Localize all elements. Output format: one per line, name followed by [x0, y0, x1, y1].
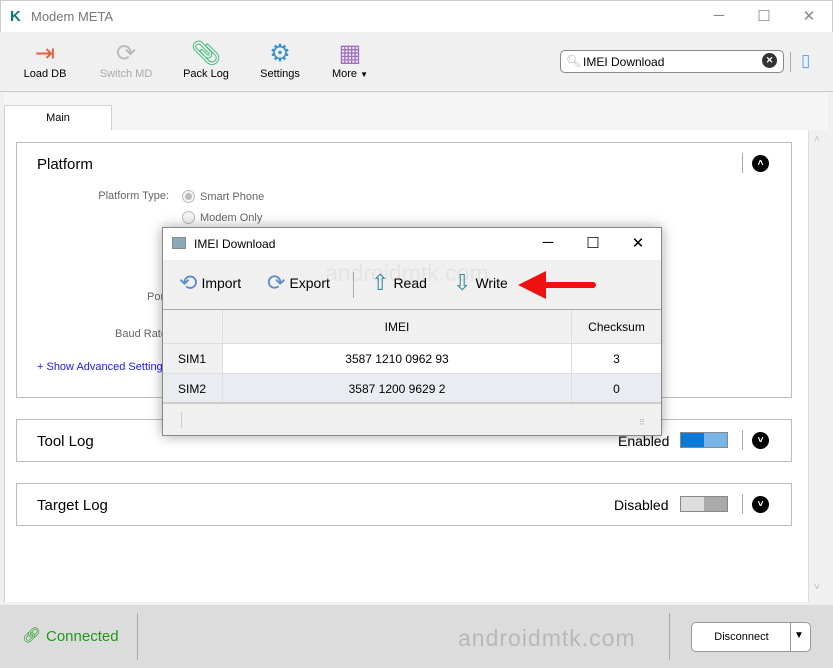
disconnect-split-button: Disconnect ▼ [691, 622, 811, 652]
tool-log-toggle[interactable] [680, 432, 728, 448]
window-icon [172, 237, 186, 249]
divider [742, 430, 743, 450]
row-label: SIM2 [163, 374, 223, 402]
load-db-icon: ⇥ [34, 40, 56, 67]
scroll-up-icon[interactable]: ˄ [814, 134, 820, 145]
label: Pack Log [183, 68, 229, 80]
import-button[interactable]: ⟲ Import [179, 270, 241, 296]
checksum-cell: 3 [613, 352, 620, 366]
link-icon: 🔗︎ [22, 627, 42, 644]
label: Read [393, 275, 427, 291]
option-label: Modem Only [200, 212, 263, 224]
write-button[interactable]: ⇩ Write [453, 270, 508, 296]
more-button[interactable]: ▦ More ▼ [315, 40, 385, 80]
imei-cell[interactable]: 3587 1210 0962 93 [223, 344, 572, 373]
expand-icon[interactable]: ˅ [752, 432, 769, 449]
app-logo-icon: K [10, 8, 21, 25]
paperclip-icon: 📎︎ [190, 40, 222, 67]
resize-grip-icon[interactable]: ⠿ [639, 418, 645, 427]
pack-log-button[interactable]: 📎︎ Pack Log [171, 40, 241, 80]
table-row[interactable]: SIM1 3587 1210 0962 93 3 [163, 344, 661, 374]
gear-icon: ⚙ [269, 40, 291, 67]
export-button[interactable]: ⟳ Export [267, 270, 330, 296]
divider [742, 494, 743, 514]
platform-type-label: Platform Type: [98, 190, 169, 202]
app-title: Modem META [31, 9, 114, 24]
table-header: IMEI Checksum [163, 309, 661, 344]
grid-icon: ▦ [338, 40, 362, 67]
disconnect-button[interactable]: Disconnect [692, 631, 791, 643]
section-title: Target Log [37, 497, 108, 514]
divider [790, 52, 791, 72]
red-arrow-annotation [518, 271, 596, 299]
label: Switch MD [99, 68, 153, 80]
section-title: Tool Log [37, 433, 94, 450]
column-header [163, 310, 223, 343]
scrollbar[interactable]: ˄ ˅ [808, 130, 828, 602]
label: Export [289, 275, 330, 291]
checksum-cell: 0 [613, 382, 620, 396]
export-icon: ⟳ [267, 270, 286, 295]
label: Settings [260, 68, 300, 80]
column-header-imei: IMEI [223, 310, 572, 343]
dropdown-icon[interactable]: ▼ [794, 630, 804, 641]
close-button[interactable]: ✕ [799, 7, 819, 27]
section-title: Platform [37, 156, 93, 173]
label: Write [475, 275, 508, 291]
divider [353, 272, 354, 298]
label: More [331, 68, 358, 80]
switch-icon: ⟳ [115, 40, 137, 67]
clear-search-icon[interactable]: ✕ [762, 53, 777, 68]
target-log-section: Target Log Disabled ˅ [16, 483, 792, 526]
connection-status: Connected [46, 628, 119, 645]
dialog-title-bar: IMEI Download ─ ☐ ✕ [163, 228, 661, 260]
dialog-minimize-button[interactable]: ─ [538, 234, 558, 254]
phone-download-icon: ⇩ [453, 270, 472, 295]
radio-modem-only[interactable] [182, 211, 195, 224]
row-label: SIM1 [163, 344, 223, 373]
search-value: IMEI Download [583, 55, 665, 69]
table-row[interactable]: SIM2 3587 1200 9629 2 0 [163, 374, 661, 404]
label: Import [201, 275, 242, 291]
dialog-title: IMEI Download [194, 237, 276, 251]
tab-bar [4, 93, 828, 131]
expand-icon[interactable]: ˅ [752, 496, 769, 513]
device-info-icon[interactable]: ▯ [801, 51, 810, 71]
watermark: androidmtk.com [458, 625, 636, 651]
phone-upload-icon: ⇧ [371, 270, 390, 295]
load-db-button[interactable]: ⇥ Load DB [10, 40, 80, 80]
dropdown-icon: ▼ [360, 70, 369, 79]
import-icon: ⟲ [179, 270, 198, 295]
collapse-icon[interactable]: ˄ [752, 155, 769, 172]
imei-download-dialog: IMEI Download ─ ☐ ✕ androidmtk.com ⟲ Impo… [162, 227, 662, 436]
baud-rate-label: Baud Rate [115, 328, 167, 340]
read-button[interactable]: ⇧ Read [371, 270, 427, 296]
label: Load DB [23, 68, 67, 80]
search-input[interactable]: 🔍︎ IMEI Download ✕ [560, 50, 784, 73]
target-log-toggle[interactable] [680, 496, 728, 512]
option-label: Smart Phone [200, 191, 265, 203]
search-icon: 🔍︎ [566, 54, 582, 68]
imei-cell[interactable]: 3587 1200 9629 2 [223, 374, 572, 402]
imei-table: IMEI Checksum SIM1 3587 1210 0962 93 3 S… [163, 309, 661, 404]
maximize-button[interactable]: ☐ [754, 7, 774, 27]
divider [669, 613, 670, 660]
divider [137, 613, 138, 660]
title-bar: K Modem META ─ ☐ ✕ [0, 0, 833, 32]
scroll-down-icon[interactable]: ˅ [814, 582, 820, 593]
dialog-close-button[interactable]: ✕ [628, 234, 648, 254]
column-header-checksum: Checksum [588, 320, 645, 334]
target-log-state: Disabled [614, 497, 669, 513]
tab-main[interactable]: Main [4, 105, 112, 131]
minimize-button[interactable]: ─ [709, 7, 729, 27]
show-advanced-link[interactable]: + Show Advanced Setting [37, 361, 163, 373]
divider [742, 153, 743, 173]
radio-smart-phone[interactable] [182, 190, 195, 203]
status-bar: 🔗︎ Connected androidmtk.com Disconnect ▼ [0, 605, 833, 668]
switch-md-button[interactable]: ⟳ Switch MD [91, 40, 161, 80]
divider [181, 412, 182, 428]
settings-button[interactable]: ⚙ Settings [245, 40, 315, 80]
dialog-maximize-button[interactable]: ☐ [583, 234, 603, 254]
